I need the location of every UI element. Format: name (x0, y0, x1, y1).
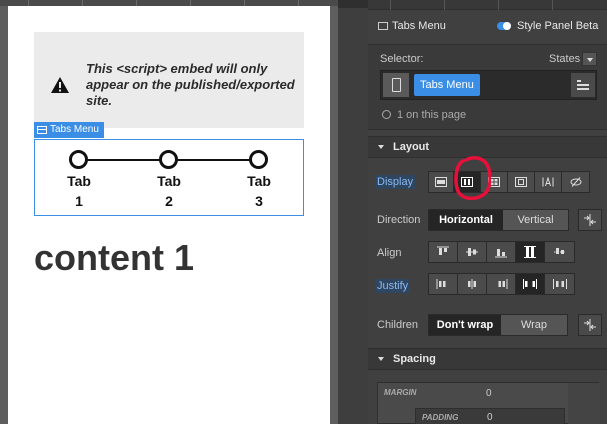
margin-top-value[interactable]: 0 (486, 388, 492, 399)
justify-start-icon (436, 279, 446, 289)
target-icon (382, 110, 391, 119)
justify-center-icon (468, 279, 476, 289)
justify-end-button[interactable] (487, 274, 516, 294)
align-start-button[interactable] (429, 242, 458, 262)
panel-top-ruler (368, 0, 607, 10)
padding-label: PADDING (422, 413, 459, 422)
children-label: Children (377, 319, 418, 331)
align-end-icon (495, 249, 507, 258)
wrap-button[interactable]: Wrap (501, 315, 567, 335)
spacing-section-header[interactable]: Spacing (368, 348, 607, 370)
inline-icon (542, 177, 554, 187)
script-embed-placeholder[interactable]: This <script> embed will only appear on … (34, 32, 304, 128)
align-label: Align (377, 247, 402, 259)
justify-end-icon (498, 279, 508, 289)
justify-label[interactable]: Justify (375, 279, 411, 293)
states-dropdown-button[interactable] (582, 52, 597, 66)
display-inline-block-button[interactable] (508, 172, 535, 192)
dont-wrap-button[interactable]: Don't wrap (429, 315, 501, 335)
element-name: Tabs Menu (392, 20, 446, 32)
tab-content-heading: content 1 (34, 237, 195, 278)
align-baseline-icon (553, 248, 566, 254)
warning-icon (51, 77, 69, 93)
display-none-button[interactable] (562, 172, 589, 192)
none-icon (570, 177, 581, 187)
tabs-menu-icon (378, 22, 388, 30)
margin-label: MARGIN (384, 388, 417, 397)
justify-space-between-icon (523, 279, 537, 289)
align-baseline-button[interactable] (545, 242, 574, 262)
align-stretch-icon (524, 246, 536, 258)
reverse-direction-button[interactable] (578, 209, 602, 231)
margin-right-area[interactable] (568, 383, 600, 424)
caret-down-icon (378, 357, 384, 361)
reverse-icon (584, 319, 596, 331)
justify-space-around-icon (552, 279, 567, 289)
tab-3-label[interactable]: Tab 3 (241, 171, 277, 211)
direction-horizontal-button[interactable]: Horizontal (429, 210, 503, 230)
tabs-menu-selection-tag[interactable]: Tabs Menu (34, 122, 104, 138)
selector-section: Selector: States Tabs Menu 1 on this pag… (368, 44, 607, 130)
annotation-circle (454, 156, 491, 201)
display-inline-button[interactable] (535, 172, 562, 192)
spacing-title: Spacing (393, 353, 436, 365)
tab-1-dot[interactable] (69, 150, 88, 169)
canvas-scrollbar[interactable] (338, 0, 368, 424)
align-start-icon (437, 246, 449, 255)
direction-vertical-button[interactable]: Vertical (503, 210, 568, 230)
align-center-button[interactable] (458, 242, 487, 262)
block-icon (435, 177, 447, 187)
caret-down-icon (378, 145, 384, 149)
tabs-menu-tag-label: Tabs Menu (50, 124, 99, 135)
padding-top-value[interactable]: 0 (487, 412, 493, 423)
tab-1-label[interactable]: Tab 1 (61, 171, 97, 211)
align-options (428, 241, 575, 263)
tab-3-dot[interactable] (249, 150, 268, 169)
page-preview: This <script> embed will only appear on … (8, 6, 330, 424)
on-page-count: 1 on this page (397, 109, 467, 121)
tabs-menu-icon (37, 126, 47, 134)
padding-box[interactable]: PADDING 0 (415, 408, 565, 424)
justify-space-between-button[interactable] (516, 274, 545, 294)
direction-options: Horizontal Vertical (428, 209, 569, 231)
style-panel-beta-toggle[interactable] (497, 22, 511, 30)
inline-block-icon (515, 177, 527, 187)
justify-start-button[interactable] (429, 274, 458, 294)
layout-title: Layout (393, 141, 430, 153)
justify-space-around-button[interactable] (545, 274, 574, 294)
direction-label: Direction (377, 214, 421, 226)
selector-field[interactable]: Tabs Menu (380, 70, 597, 100)
align-center-icon (466, 248, 478, 256)
selector-label: Selector: (380, 53, 424, 65)
style-panel: Tabs Menu Style Panel Beta Selector: Sta… (368, 0, 607, 424)
selector-chip[interactable]: Tabs Menu (414, 74, 480, 96)
tabs-menu[interactable]: Tab 1 Tab 2 Tab 3 (34, 139, 304, 216)
panel-header: Tabs Menu Style Panel Beta (368, 14, 607, 40)
selector-menu-icon[interactable] (571, 73, 595, 97)
tab-2-dot[interactable] (159, 150, 178, 169)
align-end-button[interactable] (487, 242, 516, 262)
reverse-icon (584, 214, 596, 226)
margin-box[interactable]: MARGIN 0 PADDING 0 (377, 382, 600, 424)
tab-2-label[interactable]: Tab 2 (151, 171, 187, 211)
states-label[interactable]: States (549, 53, 580, 65)
reverse-wrap-button[interactable] (578, 314, 602, 336)
align-stretch-button[interactable] (516, 242, 545, 262)
justify-options (428, 273, 575, 295)
justify-center-button[interactable] (458, 274, 487, 294)
children-wrap-options: Don't wrap Wrap (428, 314, 568, 336)
device-icon[interactable] (383, 73, 409, 97)
embed-notice-text: This <script> embed will only appear on … (86, 61, 295, 108)
display-block-button[interactable] (429, 172, 454, 192)
display-label[interactable]: Display (375, 175, 416, 189)
style-panel-beta-label: Style Panel Beta (517, 20, 599, 32)
